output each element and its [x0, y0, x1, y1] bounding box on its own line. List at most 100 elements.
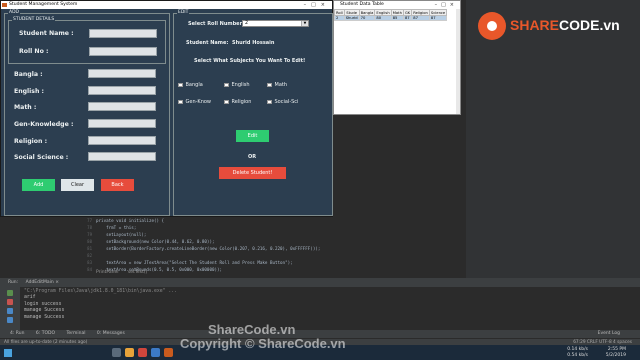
english-input[interactable]: [88, 86, 156, 95]
bangla-input[interactable]: [88, 69, 156, 78]
checkbox-box[interactable]: [224, 82, 229, 88]
table-cell: 70: [358, 15, 376, 21]
student-details-box: STUDENT DETAILS Student Name : Roll No :: [8, 17, 166, 64]
social-science-input[interactable]: [88, 152, 156, 161]
tool-tab-event-log[interactable]: Event Log: [598, 330, 620, 338]
back-button[interactable]: Back: [101, 179, 134, 191]
vertical-scrollbar[interactable]: [456, 9, 460, 114]
checkbox-math[interactable]: Math: [267, 82, 287, 88]
chrome-icon[interactable]: [138, 348, 147, 357]
roll-no-input[interactable]: [89, 47, 157, 56]
console-output[interactable]: "C:\Program Files\Java\jdk1.8.0_181\bin\…: [24, 289, 177, 321]
student-details-label: STUDENT DETAILS: [12, 17, 56, 22]
table-cell: 87: [402, 15, 413, 21]
data-table-title: Student Data Table: [340, 2, 384, 7]
gen-knowledge-input[interactable]: [88, 119, 156, 128]
run-tab[interactable]: AddEditMain ×: [26, 280, 59, 285]
line-number: 83: [87, 260, 92, 265]
checkbox-religion[interactable]: Religion: [224, 99, 251, 105]
breadcrumb-item[interactable]: setText(): [128, 270, 148, 275]
roll-number-select[interactable]: 2 ▼: [242, 20, 309, 27]
line-number: 78: [87, 225, 92, 230]
checkbox-box[interactable]: [178, 99, 183, 105]
tool-tab-todo[interactable]: 6: TODO: [36, 331, 55, 336]
student-name-caption: Student Name:: [186, 40, 229, 46]
code-editor[interactable]: private void initialize() { frmT = this;…: [96, 218, 456, 274]
table-cell: 80: [374, 15, 392, 21]
breadcrumb-item[interactable]: PrintPanel: [96, 270, 119, 275]
code-line: setBorder(BorderFactory.createLineBorder…: [96, 246, 321, 251]
data-table-body: Roll Stude Bangla English Math GK Religi…: [334, 9, 460, 114]
run-toolbar: [0, 287, 20, 331]
checkbox-box[interactable]: [267, 82, 272, 88]
intellij-icon[interactable]: [151, 348, 160, 357]
data-table-window: Student Data Table –□× Roll Stude Bangla…: [333, 0, 461, 115]
brand-logo: SHARECODE.vn: [478, 10, 628, 44]
checkbox-bangla[interactable]: Bangla: [178, 82, 203, 88]
data-table-titlebar[interactable]: Student Data Table –□×: [334, 1, 460, 9]
religion-input[interactable]: [88, 136, 156, 145]
roll-no-label: Roll No :: [19, 48, 49, 55]
chevron-down-icon[interactable]: ▼: [301, 21, 308, 26]
line-number: 82: [87, 253, 92, 258]
watermark-copyright: Copyright © ShareCode.vn: [180, 336, 346, 351]
checkbox-english[interactable]: English: [224, 82, 250, 88]
or-text: OR: [248, 154, 257, 160]
code-line: frmT = this;: [96, 225, 137, 230]
edit-instruction: Select What Subjects You Want To Edit!: [194, 58, 306, 64]
delete-student-button[interactable]: Delete Student!: [219, 167, 286, 179]
tool-tab-run[interactable]: 4: Run: [10, 331, 24, 336]
religion-label: Religion :: [14, 138, 48, 145]
bangla-label: Bangla :: [14, 71, 43, 78]
stop-icon[interactable]: [7, 299, 13, 305]
run-header: Run: AddEditMain ×: [0, 279, 640, 287]
gen-knowledge-label: Gen-Knowledge :: [14, 121, 74, 128]
checkbox-box[interactable]: [267, 99, 272, 105]
windows-start-icon[interactable]: [4, 349, 12, 357]
brand-icon: [478, 12, 506, 40]
checkbox-box[interactable]: [224, 99, 229, 105]
checkbox-box[interactable]: [178, 82, 183, 88]
tool-tab-messages[interactable]: 0: Messages: [97, 331, 125, 336]
tool-tab-terminal[interactable]: Terminal: [66, 331, 85, 336]
math-input[interactable]: [88, 102, 156, 111]
clear-button[interactable]: Clear: [61, 179, 94, 191]
run-panel: Run: AddEditMain × "C:\Program Files\Jav…: [0, 278, 640, 331]
edit-button[interactable]: Edit: [236, 130, 269, 142]
roll-number-value: 2: [245, 21, 249, 26]
pause-icon[interactable]: [7, 308, 13, 314]
main-window-title: Student Management System: [9, 2, 78, 7]
window-controls[interactable]: –□×: [435, 1, 458, 9]
explorer-icon[interactable]: [125, 348, 134, 357]
add-button[interactable]: Add: [22, 179, 55, 191]
code-line: setLayout(null);: [96, 232, 147, 237]
table-cell: 2: [334, 15, 345, 21]
main-titlebar[interactable]: Student Management System –□×: [1, 1, 332, 9]
edit-panel-label: EDIT: [177, 10, 190, 15]
java-app-icon[interactable]: [164, 348, 173, 357]
line-number: 77: [87, 218, 92, 223]
student-name-value: Shurid Hossain: [232, 40, 275, 46]
window-controls[interactable]: –□×: [304, 1, 330, 9]
network-speed: 0.14 kb/s 0.54 kb/s: [567, 347, 588, 358]
student-data-table[interactable]: Roll Stude Bangla English Math GK Religi…: [334, 9, 448, 21]
settings-icon[interactable]: [7, 317, 13, 323]
checkbox-social-sci[interactable]: Social-Sci: [267, 99, 298, 105]
run-icon[interactable]: [7, 290, 13, 296]
brand-name: SHARECODE.vn: [510, 17, 620, 33]
line-number: 79: [87, 232, 92, 237]
code-line: setBackground(new Color(0.44, 0.62, 0.80…: [96, 239, 215, 244]
code-line: private void initialize() {: [96, 218, 165, 223]
line-number: 84: [87, 267, 92, 272]
search-icon[interactable]: [112, 348, 121, 357]
table-cell: 87: [411, 15, 430, 21]
student-name-input[interactable]: [89, 29, 157, 38]
code-line: textArea = new JTextArea("Select The Stu…: [96, 260, 293, 265]
english-label: English :: [14, 88, 45, 95]
social-science-label: Social Science :: [14, 154, 69, 161]
select-roll-label: Select Roll Number:: [188, 21, 245, 27]
checkbox-gen-know[interactable]: Gen-Know: [178, 99, 211, 105]
system-clock[interactable]: 2:55 PM 5/2/2019: [606, 347, 626, 358]
table-row[interactable]: 2 Shurid 70 80 85 87 87 87: [334, 15, 448, 21]
add-panel-label: ADD: [8, 10, 21, 15]
